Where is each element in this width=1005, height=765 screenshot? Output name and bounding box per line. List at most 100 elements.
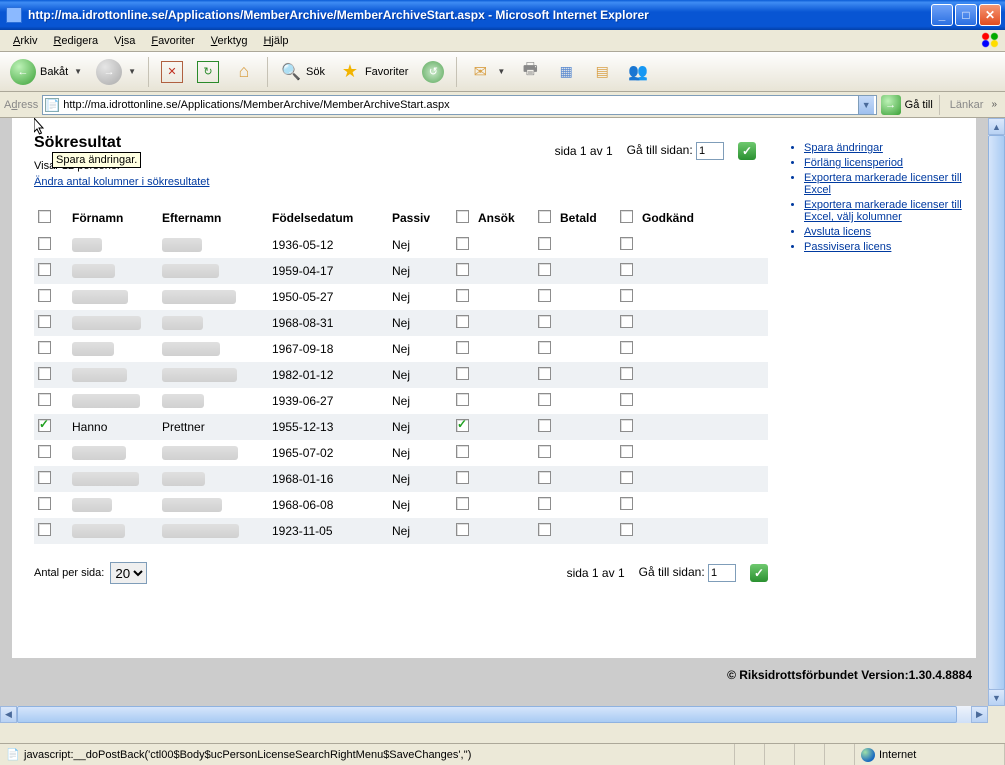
betald-checkbox[interactable] — [538, 315, 551, 328]
ansok-checkbox[interactable] — [456, 315, 469, 328]
side-link-2[interactable]: Exportera markerade licenser till Excel — [804, 172, 962, 196]
horizontal-scrollbar[interactable]: ◀ ▶ — [0, 706, 988, 723]
favorites-button[interactable]: ★ Favoriter — [335, 59, 412, 85]
godkand-checkbox[interactable] — [620, 523, 633, 536]
maximize-button[interactable]: □ — [955, 4, 977, 26]
scroll-thumb[interactable] — [988, 135, 1005, 690]
scroll-left-button[interactable]: ◀ — [0, 706, 17, 723]
row-checkbox[interactable] — [38, 523, 51, 536]
menu-hjalp[interactable]: Hjälp — [256, 33, 295, 49]
betald-checkbox[interactable] — [538, 263, 551, 276]
ansok-checkbox[interactable] — [456, 367, 469, 380]
row-checkbox[interactable] — [38, 289, 51, 302]
ansok-checkbox[interactable] — [456, 523, 469, 536]
row-checkbox[interactable] — [38, 445, 51, 458]
menu-favoriter[interactable]: Favoriter — [144, 33, 201, 49]
scroll-down-button[interactable]: ▼ — [988, 689, 1005, 706]
ansok-checkbox[interactable] — [456, 471, 469, 484]
goto-page-button-bottom[interactable]: ✓ — [750, 564, 768, 582]
row-checkbox[interactable] — [38, 393, 51, 406]
betald-checkbox[interactable] — [538, 419, 551, 432]
side-link-5[interactable]: Passivisera licens — [804, 241, 891, 253]
godkand-checkbox[interactable] — [620, 393, 633, 406]
betald-checkbox[interactable] — [538, 471, 551, 484]
address-dropdown[interactable]: ▼ — [858, 96, 874, 114]
godkand-checkbox[interactable] — [620, 315, 633, 328]
ansok-checkbox[interactable] — [456, 497, 469, 510]
godkand-checkbox[interactable] — [620, 445, 633, 458]
ansok-header-checkbox[interactable] — [456, 210, 469, 223]
messenger-button[interactable]: 👥 — [623, 59, 653, 85]
go-button[interactable]: → — [881, 95, 901, 115]
menu-verktyg[interactable]: Verktyg — [204, 33, 255, 49]
history-button[interactable]: ↺ — [418, 59, 448, 85]
cell-passiv: Nej — [388, 232, 452, 258]
row-checkbox[interactable] — [38, 497, 51, 510]
betald-checkbox[interactable] — [538, 497, 551, 510]
godkand-checkbox[interactable] — [620, 237, 633, 250]
scroll-right-button[interactable]: ▶ — [971, 706, 988, 723]
row-checkbox[interactable] — [38, 419, 51, 432]
menu-arkiv[interactable]: Arkiv — [6, 33, 44, 49]
forward-button[interactable]: → ▼ — [92, 57, 140, 87]
stop-button[interactable]: ✕ — [157, 59, 187, 85]
table-row: HannoPrettner1955-12-13Nej — [34, 414, 768, 440]
godkand-checkbox[interactable] — [620, 263, 633, 276]
change-columns-link[interactable]: Ändra antal kolumner i sökresultatet — [34, 176, 209, 188]
back-button[interactable]: ← Bakåt ▼ — [6, 57, 86, 87]
godkand-header-checkbox[interactable] — [620, 210, 633, 223]
home-button[interactable]: ⌂ — [229, 59, 259, 85]
goto-page-input[interactable] — [696, 142, 724, 160]
row-checkbox[interactable] — [38, 263, 51, 276]
betald-checkbox[interactable] — [538, 237, 551, 250]
side-link-1[interactable]: Förläng licensperiod — [804, 157, 903, 169]
side-link-3[interactable]: Exportera markerade licenser till Excel,… — [804, 199, 962, 223]
print-button[interactable]: 🖶 — [515, 59, 545, 85]
row-checkbox[interactable] — [38, 315, 51, 328]
discuss-button[interactable]: ▤ — [587, 59, 617, 85]
address-input[interactable]: 📄 http://ma.idrottonline.se/Applications… — [42, 95, 876, 115]
ansok-checkbox[interactable] — [456, 419, 469, 432]
page-indicator-bottom: sida 1 av 1 — [567, 566, 625, 580]
betald-checkbox[interactable] — [538, 393, 551, 406]
goto-page-button[interactable]: ✓ — [738, 142, 756, 160]
close-button[interactable]: ✕ — [979, 4, 1001, 26]
ansok-checkbox[interactable] — [456, 445, 469, 458]
menu-visa[interactable]: Visa — [107, 33, 142, 49]
betald-header-checkbox[interactable] — [538, 210, 551, 223]
godkand-checkbox[interactable] — [620, 471, 633, 484]
betald-checkbox[interactable] — [538, 445, 551, 458]
per-page-select[interactable]: 20 — [110, 562, 147, 584]
select-all-checkbox[interactable] — [38, 210, 51, 223]
ansok-checkbox[interactable] — [456, 341, 469, 354]
ansok-checkbox[interactable] — [456, 263, 469, 276]
godkand-checkbox[interactable] — [620, 367, 633, 380]
mail-button[interactable]: ✉▼ — [465, 59, 509, 85]
betald-checkbox[interactable] — [538, 289, 551, 302]
goto-page-input-bottom[interactable] — [708, 564, 736, 582]
ansok-checkbox[interactable] — [456, 393, 469, 406]
minimize-button[interactable]: _ — [931, 4, 953, 26]
side-link-0[interactable]: Spara ändringar — [804, 142, 883, 154]
side-link-4[interactable]: Avsluta licens — [804, 226, 871, 238]
row-checkbox[interactable] — [38, 237, 51, 250]
betald-checkbox[interactable] — [538, 367, 551, 380]
ansok-checkbox[interactable] — [456, 237, 469, 250]
scroll-up-button[interactable]: ▲ — [988, 118, 1005, 135]
ansok-checkbox[interactable] — [456, 289, 469, 302]
betald-checkbox[interactable] — [538, 523, 551, 536]
edit-button[interactable]: ▦ — [551, 59, 581, 85]
refresh-button[interactable]: ↻ — [193, 59, 223, 85]
search-button[interactable]: 🔍 Sök — [276, 59, 329, 85]
betald-checkbox[interactable] — [538, 341, 551, 354]
scroll-thumb[interactable] — [17, 706, 957, 723]
godkand-checkbox[interactable] — [620, 497, 633, 510]
row-checkbox[interactable] — [38, 471, 51, 484]
row-checkbox[interactable] — [38, 341, 51, 354]
menu-redigera[interactable]: Redigera — [46, 33, 105, 49]
vertical-scrollbar[interactable]: ▲ ▼ — [988, 118, 1005, 706]
godkand-checkbox[interactable] — [620, 419, 633, 432]
row-checkbox[interactable] — [38, 367, 51, 380]
godkand-checkbox[interactable] — [620, 341, 633, 354]
godkand-checkbox[interactable] — [620, 289, 633, 302]
